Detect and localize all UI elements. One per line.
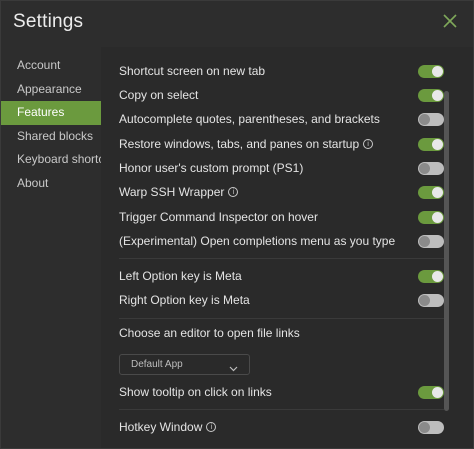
setting-row-honor-prompt: Honor user's custom prompt (PS1)	[119, 156, 444, 180]
setting-row-restore-windows: Restore windows, tabs, and panes on star…	[119, 132, 444, 156]
window-title: Settings	[13, 11, 84, 32]
setting-label: Trigger Command Inspector on hover	[119, 210, 318, 224]
info-icon[interactable]: i	[363, 139, 374, 149]
scrollbar[interactable]	[444, 91, 449, 411]
editor-select[interactable]: Default App	[119, 354, 250, 375]
sidebar-item-keyboard-shortcuts[interactable]: Keyboard shortcuts	[1, 148, 120, 172]
sidebar-item-account[interactable]: Account	[1, 54, 101, 78]
editor-heading: Choose an editor to open file links	[119, 326, 300, 340]
setting-row-right-option-meta: Right Option key is Meta	[119, 288, 444, 312]
section-divider	[119, 318, 444, 319]
copy-on-select-toggle[interactable]	[418, 88, 444, 102]
sidebar-item-features[interactable]: Features	[1, 101, 101, 125]
sidebar-item-appearance[interactable]: Appearance	[1, 78, 101, 102]
experimental-completions-toggle[interactable]	[418, 234, 444, 248]
setting-row-hotkey-window: Hotkey Window i	[119, 415, 444, 439]
shortcut-screen-toggle[interactable]	[418, 64, 444, 78]
features-panel: Shortcut screen on new tab Copy on selec…	[101, 47, 473, 448]
setting-row-editor-heading: Choose an editor to open file links	[119, 321, 444, 345]
setting-row-left-option-meta: Left Option key is Meta	[119, 264, 444, 288]
setting-row-shortcut-screen: Shortcut screen on new tab	[119, 59, 444, 83]
setting-label: Honor user's custom prompt (PS1)	[119, 161, 304, 175]
editor-select-value: Default App	[131, 359, 183, 370]
setting-row-autocomplete: Autocomplete quotes, parentheses, and br…	[119, 107, 444, 131]
trigger-inspector-toggle[interactable]	[418, 210, 444, 224]
setting-label: Restore windows, tabs, and panes on star…	[119, 137, 360, 151]
sidebar: Account Appearance Features Shared block…	[1, 47, 120, 448]
autocomplete-toggle[interactable]	[418, 112, 444, 126]
section-divider	[119, 258, 444, 259]
setting-label: Show tooltip on click on links	[119, 385, 272, 399]
settings-window: Settings Account Appearance Features Sha…	[0, 0, 474, 449]
section-divider	[119, 409, 444, 410]
setting-row-copy-on-select: Copy on select	[119, 83, 444, 107]
setting-row-show-tooltip: Show tooltip on click on links	[119, 380, 444, 404]
info-icon[interactable]: i	[228, 187, 239, 197]
setting-label: Warp SSH Wrapper	[119, 185, 225, 199]
setting-label: Shortcut screen on new tab	[119, 64, 266, 78]
hotkey-window-toggle[interactable]	[418, 420, 444, 434]
warp-ssh-toggle[interactable]	[418, 185, 444, 199]
left-option-meta-toggle[interactable]	[418, 269, 444, 283]
setting-row-experimental-completions: (Experimental) Open completions menu as …	[119, 229, 444, 253]
setting-label: Copy on select	[119, 88, 199, 102]
sidebar-item-about[interactable]: About	[1, 172, 101, 196]
setting-label: Left Option key is Meta	[119, 269, 242, 283]
setting-label: Right Option key is Meta	[119, 293, 250, 307]
chevron-down-icon	[229, 360, 238, 379]
right-option-meta-toggle[interactable]	[418, 293, 444, 307]
setting-row-trigger-inspector: Trigger Command Inspector on hover	[119, 205, 444, 229]
close-icon[interactable]	[441, 12, 459, 30]
setting-row-warp-ssh: Warp SSH Wrapper i	[119, 180, 444, 204]
setting-label: Hotkey Window	[119, 420, 203, 434]
show-tooltip-toggle[interactable]	[418, 385, 444, 399]
setting-label: (Experimental) Open completions menu as …	[119, 234, 396, 248]
info-icon[interactable]: i	[206, 422, 217, 432]
sidebar-item-shared-blocks[interactable]: Shared blocks	[1, 125, 101, 149]
restore-windows-toggle[interactable]	[418, 137, 444, 151]
setting-label: Autocomplete quotes, parentheses, and br…	[119, 112, 380, 126]
honor-prompt-toggle[interactable]	[418, 161, 444, 175]
